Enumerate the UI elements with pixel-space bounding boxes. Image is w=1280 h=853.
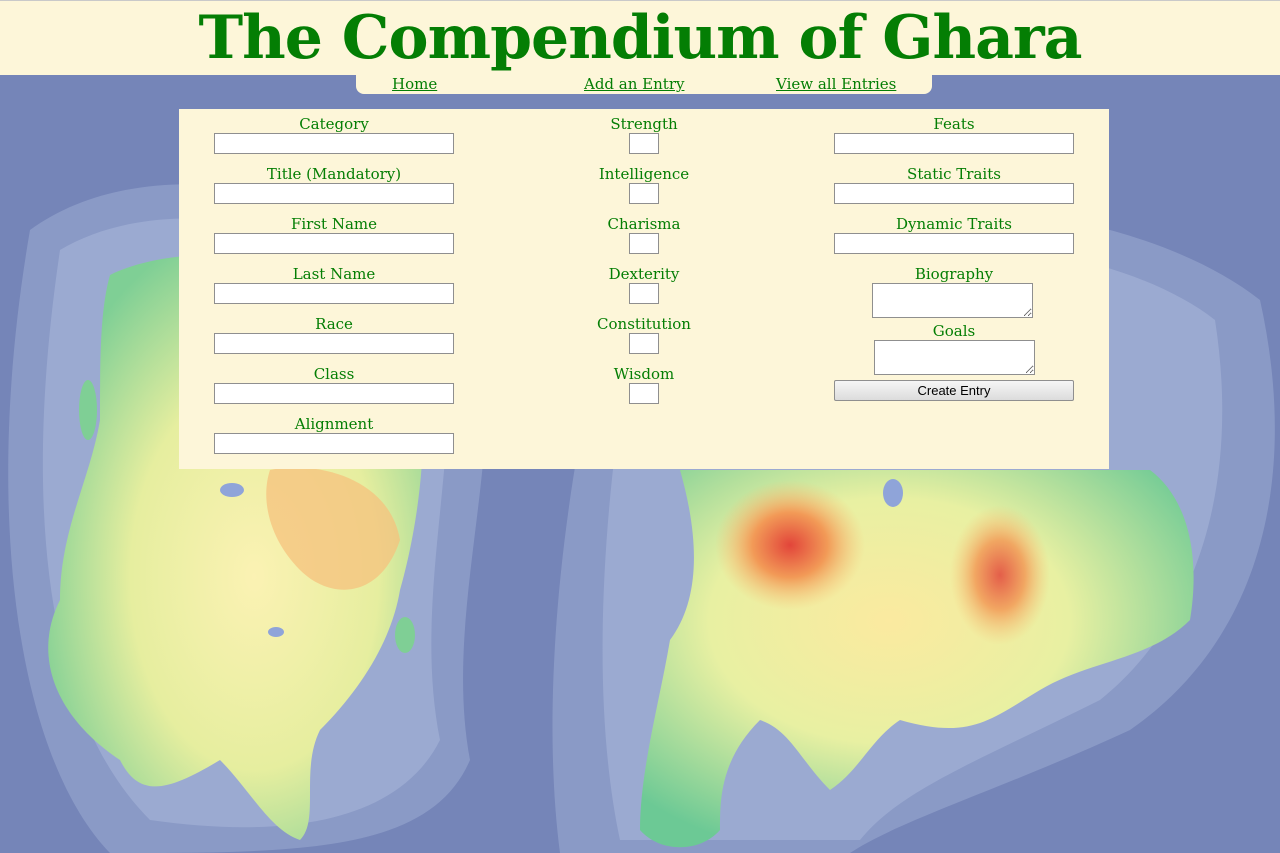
feats-input[interactable] — [834, 133, 1074, 154]
race-label: Race — [315, 315, 353, 333]
intelligence-input[interactable] — [629, 183, 659, 204]
race-input[interactable] — [214, 333, 454, 354]
entry-form: Category Title (Mandatory) First Name La… — [179, 109, 1109, 469]
class-input[interactable] — [214, 383, 454, 404]
field-intelligence: Intelligence — [574, 165, 714, 215]
field-race: Race — [214, 315, 454, 365]
wisdom-label: Wisdom — [613, 365, 675, 383]
nav-view-entries-link[interactable]: View all Entries — [776, 75, 896, 93]
main-nav: Home Add an Entry View all Entries — [356, 74, 932, 94]
dynamic-traits-input[interactable] — [834, 233, 1074, 254]
strength-input[interactable] — [629, 133, 659, 154]
form-column-stats: Strength Intelligence Charisma Dexterity… — [574, 115, 714, 415]
field-title: Title (Mandatory) — [214, 165, 454, 215]
field-first-name: First Name — [214, 215, 454, 265]
strength-label: Strength — [610, 115, 678, 133]
static-traits-input[interactable] — [834, 183, 1074, 204]
field-last-name: Last Name — [214, 265, 454, 315]
first-name-input[interactable] — [214, 233, 454, 254]
field-dexterity: Dexterity — [574, 265, 714, 315]
field-constitution: Constitution — [574, 315, 714, 365]
charisma-input[interactable] — [629, 233, 659, 254]
biography-label: Biography — [914, 265, 994, 283]
alignment-input[interactable] — [214, 433, 454, 454]
nav-home-link[interactable]: Home — [392, 75, 437, 93]
site-title: The Compendium of Ghara — [198, 3, 1082, 73]
field-dynamic-traits: Dynamic Traits — [834, 215, 1074, 265]
dexterity-input[interactable] — [629, 283, 659, 304]
first-name-label: First Name — [290, 215, 378, 233]
title-input[interactable] — [214, 183, 454, 204]
last-name-input[interactable] — [214, 283, 454, 304]
dynamic-traits-label: Dynamic Traits — [896, 215, 1012, 233]
dexterity-label: Dexterity — [608, 265, 680, 283]
field-goals: Goals — [834, 322, 1074, 379]
category-label: Category — [299, 115, 369, 133]
create-entry-button[interactable]: Create Entry — [834, 380, 1074, 401]
wisdom-input[interactable] — [629, 383, 659, 404]
field-charisma: Charisma — [574, 215, 714, 265]
field-class: Class — [214, 365, 454, 415]
constitution-label: Constitution — [597, 315, 691, 333]
alignment-label: Alignment — [294, 415, 374, 433]
field-strength: Strength — [574, 115, 714, 165]
site-header: The Compendium of Ghara — [0, 0, 1280, 75]
form-column-identity: Category Title (Mandatory) First Name La… — [214, 115, 454, 465]
intelligence-label: Intelligence — [598, 165, 690, 183]
title-label: Title (Mandatory) — [266, 165, 402, 183]
charisma-label: Charisma — [607, 215, 681, 233]
nav-add-entry-link[interactable]: Add an Entry — [584, 75, 684, 93]
last-name-label: Last Name — [292, 265, 376, 283]
field-static-traits: Static Traits — [834, 165, 1074, 215]
form-column-traits: Feats Static Traits Dynamic Traits Biogr… — [834, 115, 1074, 401]
field-wisdom: Wisdom — [574, 365, 714, 415]
field-category: Category — [214, 115, 454, 165]
field-biography: Biography — [834, 265, 1074, 322]
goals-textarea[interactable] — [873, 340, 1035, 375]
static-traits-label: Static Traits — [907, 165, 1001, 183]
field-alignment: Alignment — [214, 415, 454, 465]
biography-textarea[interactable] — [871, 283, 1033, 318]
class-label: Class — [313, 365, 355, 383]
category-input[interactable] — [214, 133, 454, 154]
constitution-input[interactable] — [629, 333, 659, 354]
feats-label: Feats — [933, 115, 975, 133]
goals-label: Goals — [932, 322, 976, 340]
field-feats: Feats — [834, 115, 1074, 165]
